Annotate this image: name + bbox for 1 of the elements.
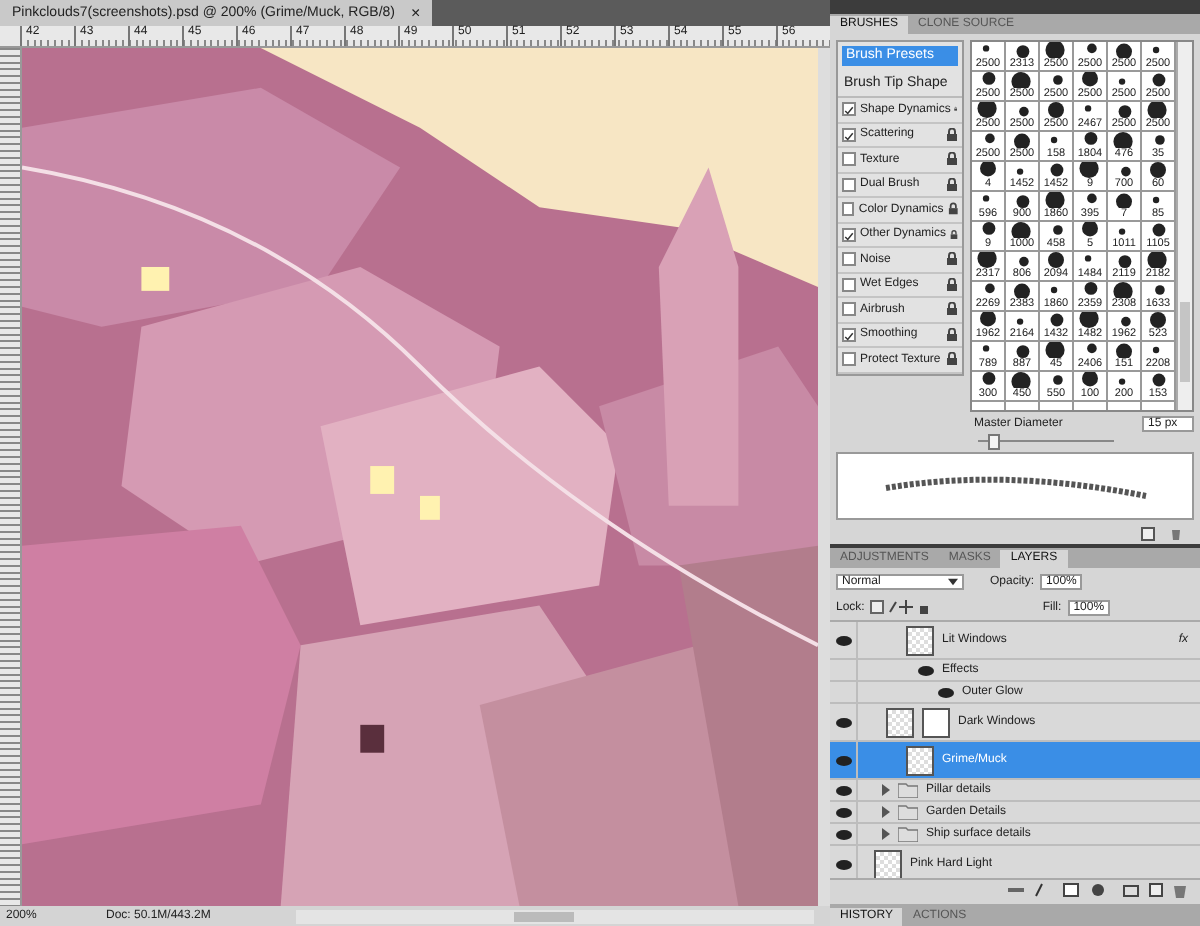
close-icon[interactable]: × — [411, 4, 421, 22]
